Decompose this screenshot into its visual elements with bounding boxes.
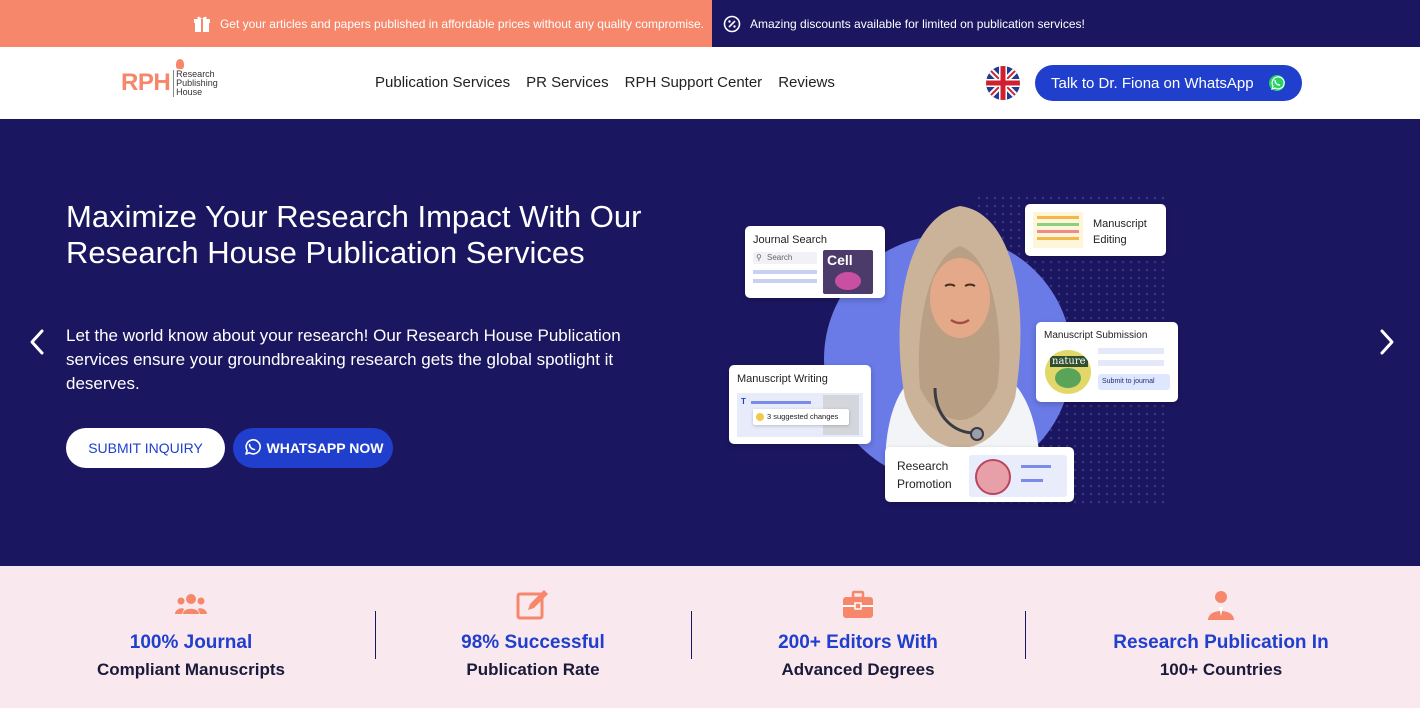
journal-search-placeholder: Search — [767, 253, 793, 262]
cell-journal-label: Cell — [827, 252, 853, 268]
manuscript-editing-line1: Manuscript — [1093, 218, 1147, 230]
stat-success-rate: 98% Successful Publication Rate — [422, 590, 644, 680]
stats-band: 100% Journal Compliant Manuscripts 98% S… — [0, 566, 1420, 708]
discount-icon — [722, 14, 742, 34]
research-promotion-card: Research Promotion — [885, 447, 1074, 502]
announcement-left: Get your articles and papers published i… — [0, 0, 712, 47]
stat-journal-compliant: 100% Journal Compliant Manuscripts — [80, 590, 302, 680]
announcement-right-text: Amazing discounts available for limited … — [750, 16, 1085, 31]
suggestion-text: 3 suggested changes — [767, 412, 839, 421]
suggestion-popup: 3 suggested changes — [753, 409, 849, 425]
manuscript-editing-line2: Editing — [1093, 234, 1127, 246]
submit-to-journal-button: Submit to journal — [1098, 374, 1170, 390]
journal-search-input: ⚲ Search — [753, 252, 817, 264]
nav-support-center[interactable]: RPH Support Center — [625, 74, 763, 91]
hero-title: Maximize Your Research Impact With Our R… — [66, 199, 642, 270]
stat-line2: Publication Rate — [466, 660, 600, 679]
logo-text: Research Publishing House — [173, 58, 218, 97]
logo[interactable]: RPH Research Publishing House — [121, 58, 231, 103]
stat-divider — [1025, 611, 1026, 659]
manuscript-editing-title: Manuscript Editing — [1093, 216, 1147, 248]
stat-line2: Compliant Manuscripts — [97, 660, 285, 679]
whatsapp-icon — [1268, 74, 1286, 96]
journal-search-title: Journal Search — [753, 234, 827, 246]
stat-countries: Research Publication In 100+ Countries — [1081, 590, 1361, 680]
lightbulb-icon — [756, 413, 764, 421]
nav-publication-services[interactable]: Publication Services — [375, 74, 510, 91]
briefcase-icon — [841, 590, 875, 620]
nav-pr-services[interactable]: PR Services — [526, 74, 609, 91]
main-nav: Publication Services PR Services RPH Sup… — [375, 74, 851, 91]
edit-icon — [516, 590, 550, 620]
stat-line2: Advanced Degrees — [781, 660, 935, 679]
hero-illustration: Journal Search ⚲ Search Cell Manuscript — [725, 194, 1185, 504]
stat-line1: 200+ Editors With — [778, 632, 938, 653]
manuscript-editing-card: Manuscript Editing — [1025, 204, 1166, 256]
logo-line3: House — [176, 86, 203, 97]
stat-line1: Research Publication In — [1113, 632, 1329, 653]
submit-inquiry-button[interactable]: SUBMIT INQUIRY — [66, 428, 225, 468]
hero-slider: Maximize Your Research Impact With Our R… — [0, 119, 1420, 566]
person-icon — [1204, 590, 1238, 620]
manuscript-submission-card: Manuscript Submission nature Submit to j… — [1036, 322, 1178, 402]
writing-doc: T 3 suggested changes — [737, 393, 863, 437]
stat-divider — [375, 611, 376, 659]
manuscript-submission-title: Manuscript Submission — [1044, 330, 1148, 341]
promotion-thumb — [969, 455, 1067, 497]
talk-whatsapp-button[interactable]: Talk to Dr. Fiona on WhatsApp — [1035, 65, 1302, 101]
research-promotion-title: Research Promotion — [897, 457, 952, 493]
doctor-portrait — [885, 206, 1040, 463]
manuscript-writing-title: Manuscript Writing — [737, 373, 828, 385]
editing-thumb — [1033, 212, 1083, 248]
gift-icon — [192, 14, 212, 34]
logo-flame-icon — [176, 58, 185, 69]
nature-journal-thumb: nature — [1045, 350, 1091, 394]
talk-whatsapp-label: Talk to Dr. Fiona on WhatsApp — [1051, 74, 1254, 92]
hero-description: Let the world know about your research! … — [66, 326, 621, 393]
journal-search-card: Journal Search ⚲ Search Cell — [745, 226, 885, 298]
announcement-bar: Get your articles and papers published i… — [0, 0, 1420, 47]
logo-short: RPH — [121, 69, 171, 96]
search-icon: ⚲ — [756, 253, 762, 262]
announcement-left-text: Get your articles and papers published i… — [219, 16, 704, 31]
stat-line1: 98% Successful — [461, 632, 605, 653]
whatsapp-icon — [243, 438, 261, 459]
research-promotion-line1: Research — [897, 459, 949, 473]
research-promotion-line2: Promotion — [897, 477, 952, 491]
chevron-right-icon[interactable] — [1374, 327, 1400, 357]
site-header: RPH Research Publishing House Publicatio… — [0, 47, 1420, 119]
announcement-right: Amazing discounts available for limited … — [712, 0, 1420, 47]
nature-journal-label: nature — [1050, 356, 1088, 367]
whatsapp-now-label: WHATSAPP NOW — [266, 440, 384, 456]
stat-editors: 200+ Editors With Advanced Degrees — [747, 590, 969, 680]
nav-reviews[interactable]: Reviews — [778, 74, 835, 91]
stat-line2: 100+ Countries — [1159, 660, 1283, 679]
stat-line1: 100% Journal — [129, 632, 253, 653]
whatsapp-now-button[interactable]: WHATSAPP NOW — [233, 428, 393, 468]
uk-flag-icon[interactable] — [986, 66, 1020, 100]
chevron-left-icon[interactable] — [24, 327, 50, 357]
cell-journal-thumb: Cell — [823, 250, 873, 294]
users-icon — [174, 590, 208, 620]
manuscript-writing-card: Manuscript Writing T 3 suggested changes — [729, 365, 871, 444]
stat-divider — [691, 611, 692, 659]
